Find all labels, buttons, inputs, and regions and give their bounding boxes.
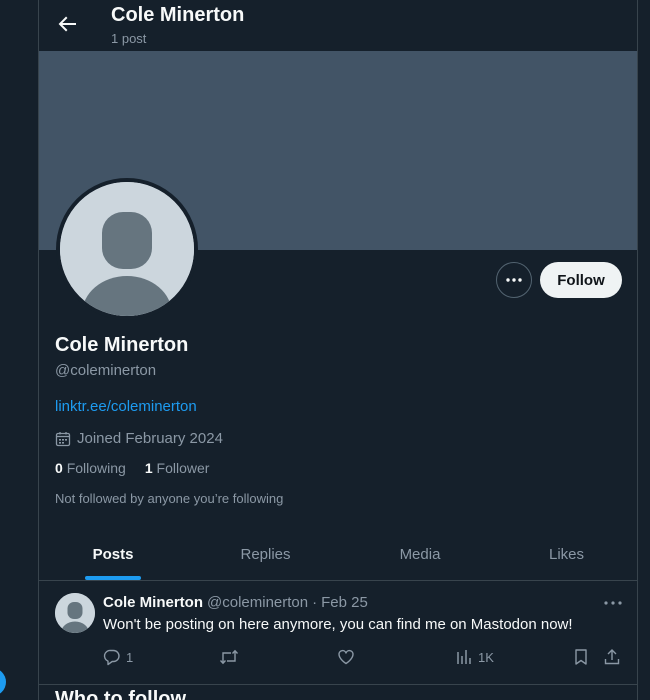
back-arrow-icon[interactable] bbox=[55, 12, 79, 36]
tab-likes[interactable]: Likes bbox=[496, 528, 637, 580]
views-button[interactable]: 1K bbox=[455, 647, 494, 667]
reply-button[interactable]: 1 bbox=[103, 647, 133, 667]
repost-icon bbox=[219, 649, 239, 665]
post-date[interactable]: Feb 25 bbox=[321, 594, 368, 611]
bookmark-icon bbox=[575, 649, 587, 665]
views-count: 1K bbox=[478, 649, 494, 665]
more-options-button[interactable] bbox=[496, 262, 532, 298]
who-to-follow-heading: Who to follow bbox=[55, 688, 187, 700]
active-tab-indicator bbox=[85, 576, 141, 580]
post-separator: · bbox=[312, 594, 318, 611]
heart-icon bbox=[338, 649, 354, 665]
followers-stat[interactable]: 1 Follower bbox=[145, 460, 210, 476]
default-avatar-icon bbox=[60, 182, 194, 316]
share-icon bbox=[604, 649, 620, 665]
profile-header: Cole Minerton 1 post bbox=[39, 0, 637, 51]
post-text: Won't be posting on here anymore, you ca… bbox=[103, 616, 573, 633]
tab-replies[interactable]: Replies bbox=[187, 528, 344, 580]
like-button[interactable] bbox=[337, 647, 360, 667]
sidebar-account-button[interactable] bbox=[0, 668, 6, 696]
profile-handle: @coleminerton bbox=[55, 362, 157, 379]
profile-tabs: Posts Replies Media Likes bbox=[39, 528, 637, 581]
header-title: Cole Minerton bbox=[111, 4, 245, 26]
post-header: Cole Minerton @coleminerton · Feb 25 bbox=[103, 594, 368, 611]
profile-column: Cole Minerton 1 post Follow Cole Minerto… bbox=[38, 0, 638, 700]
tab-posts[interactable]: Posts bbox=[39, 528, 187, 580]
followers-count: 1 bbox=[144, 460, 153, 476]
more-dots-icon bbox=[506, 278, 522, 282]
repost-button[interactable] bbox=[219, 647, 244, 667]
share-button[interactable] bbox=[603, 647, 626, 667]
post-author-handle[interactable]: @coleminerton bbox=[207, 594, 308, 611]
profile-avatar[interactable] bbox=[56, 178, 198, 320]
followers-label: Follower bbox=[156, 460, 210, 476]
follow-button[interactable]: Follow bbox=[540, 262, 622, 298]
analytics-icon bbox=[457, 650, 471, 664]
bookmark-button[interactable] bbox=[572, 647, 595, 667]
reply-icon bbox=[103, 649, 120, 666]
default-avatar-icon bbox=[55, 593, 95, 633]
post-avatar[interactable] bbox=[55, 593, 95, 633]
profile-name: Cole Minerton bbox=[55, 334, 189, 356]
calendar-icon bbox=[55, 431, 71, 446]
following-count: 0 bbox=[55, 460, 63, 476]
joined-date: Joined February 2024 bbox=[55, 430, 223, 447]
following-stat[interactable]: 0 Following bbox=[55, 460, 126, 476]
following-label: Following bbox=[66, 460, 126, 476]
post-more-icon[interactable] bbox=[602, 593, 624, 613]
follow-stats: 0 Following 1 Follower bbox=[55, 460, 228, 476]
tab-media[interactable]: Media bbox=[344, 528, 496, 580]
post-author-name[interactable]: Cole Minerton bbox=[103, 594, 203, 611]
mutual-followers-note: Not followed by anyone you’re following bbox=[55, 491, 284, 506]
post-item[interactable]: Cole Minerton @coleminerton · Feb 25 Won… bbox=[39, 581, 637, 685]
header-post-count: 1 post bbox=[111, 31, 147, 46]
profile-website-link[interactable]: linktr.ee/coleminerton bbox=[55, 398, 197, 415]
reply-count: 1 bbox=[126, 649, 134, 665]
joined-text: Joined February 2024 bbox=[77, 430, 223, 447]
